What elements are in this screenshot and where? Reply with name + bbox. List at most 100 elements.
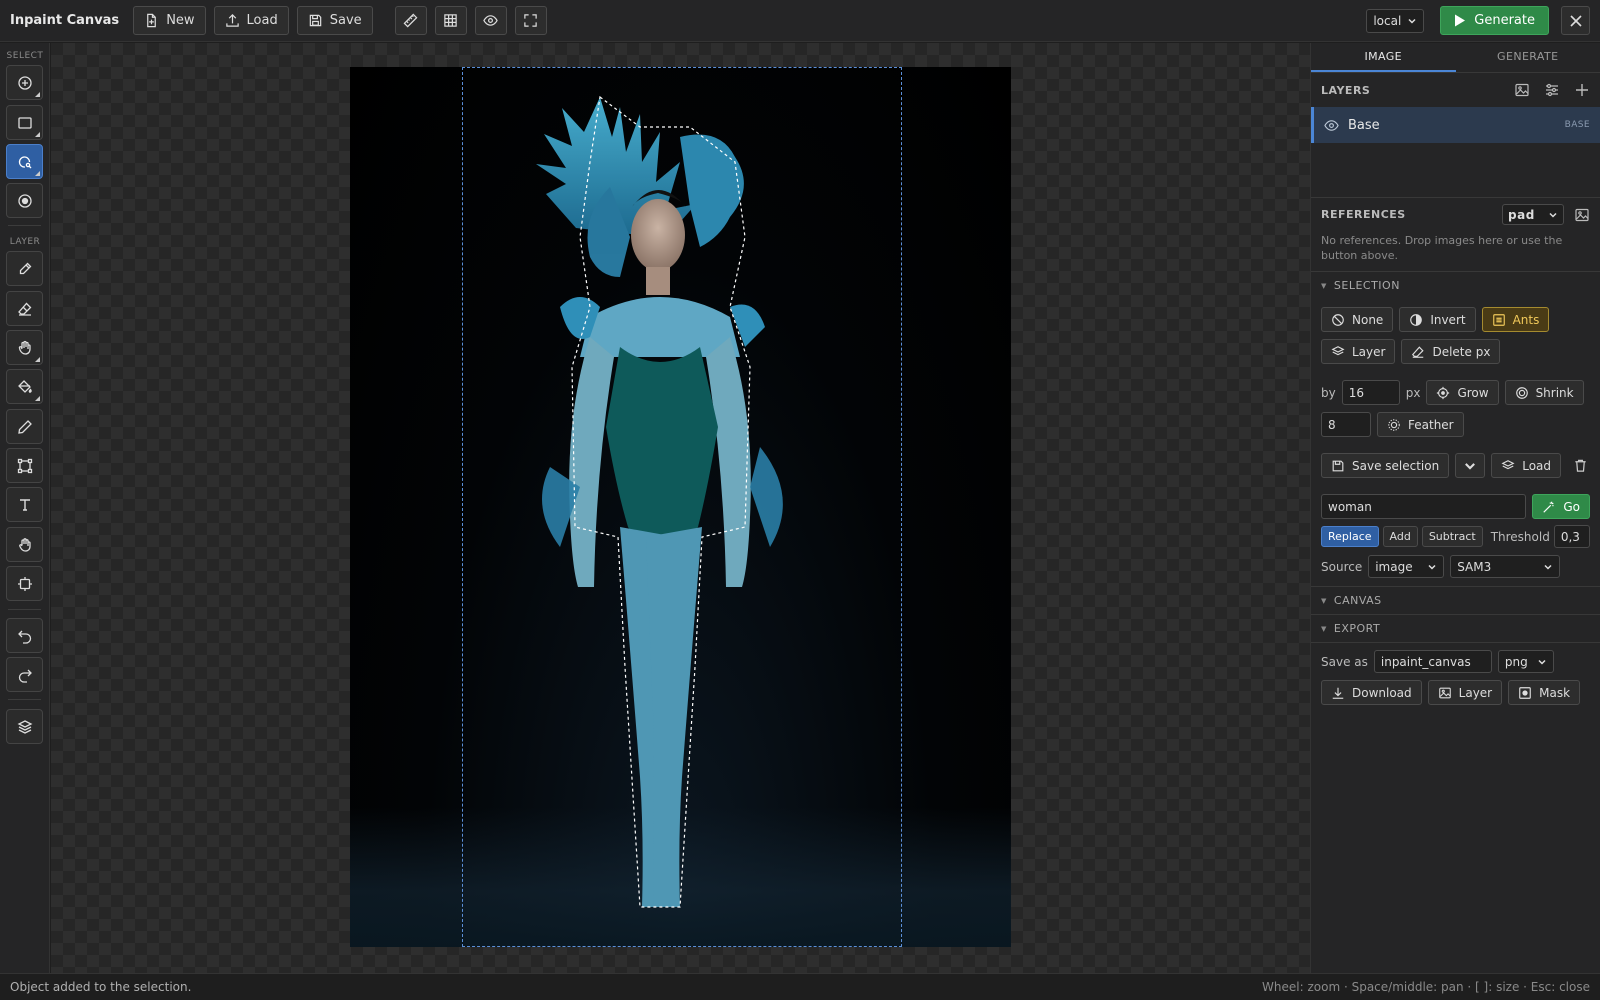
grow-shrink-row: by 16 px Grow Shrink [1311,380,1600,405]
grow-amount-input[interactable]: 16 [1341,380,1400,405]
px-label: px [1405,385,1421,400]
add-image-layer-icon[interactable] [1514,82,1530,98]
segment-go-button[interactable]: Go [1532,494,1590,519]
load-button[interactable]: Load [213,6,289,35]
chevron-down-icon [1408,18,1416,24]
mode-replace-button[interactable]: Replace [1321,526,1379,547]
invert-selection-button[interactable]: Invert [1399,307,1476,332]
layers-heading: LAYERS [1321,83,1371,97]
generate-button[interactable]: Generate [1440,6,1549,35]
layer-name: Base [1348,117,1380,133]
marching-ants-toggle[interactable]: Ants [1481,307,1550,332]
selection-to-layer-button[interactable]: Layer [1321,339,1396,364]
export-actions-row: Download Layer Mask [1311,680,1600,705]
preview-button[interactable] [474,6,507,35]
mode-subtract-button[interactable]: Subtract [1421,526,1483,547]
pencil-icon [17,419,32,434]
canvas-section-toggle[interactable]: ▼ CANVAS [1311,586,1600,614]
selection-section-toggle[interactable]: ▼ SELECTION [1311,271,1600,299]
export-layer-label: Layer [1458,685,1493,700]
add-reference-icon[interactable] [1574,207,1590,223]
threshold-input[interactable]: 0,3 [1553,525,1590,548]
export-section-toggle[interactable]: ▼ EXPORT [1311,614,1600,642]
eye-icon[interactable] [1324,118,1339,133]
export-format-select[interactable]: png [1497,650,1554,673]
tool-rect-select[interactable] [6,105,43,140]
layer-label: Layer [1352,344,1386,359]
ruler-button[interactable] [394,6,427,35]
tool-transform[interactable] [6,566,43,601]
tool-brush[interactable] [6,251,43,286]
tool-move-select[interactable] [6,65,43,100]
model-select[interactable]: SAM3 [1450,555,1561,578]
trash-icon[interactable] [1573,458,1588,473]
tool-smudge[interactable] [6,330,43,365]
segment-prompt-input[interactable]: woman [1321,494,1527,519]
canvas-area[interactable] [51,43,1310,973]
new-file-icon [147,13,157,28]
references-mode-select[interactable]: pad [1502,204,1564,225]
saved-selection-dropdown[interactable] [1455,453,1486,478]
undo-button[interactable] [6,618,43,653]
grid-button[interactable] [434,6,467,35]
threshold-label: Threshold [1490,529,1550,544]
layers-toggle-button[interactable] [6,709,43,744]
grow-button[interactable]: Grow [1426,380,1499,405]
source-select[interactable]: image [1368,555,1445,578]
select-heading: SELECT [6,51,44,61]
close-button[interactable] [1561,6,1590,35]
tool-pan[interactable] [6,527,43,562]
text-icon [19,498,30,511]
crop-icon [17,458,32,473]
by-label: by [1321,385,1336,400]
tool-lasso-select[interactable] [6,144,43,179]
backend-select-value: local [1373,13,1402,28]
segment-mode-row: Replace Add Subtract Threshold 0,3 [1311,525,1600,548]
new-button-label: New [166,13,195,28]
add-layer-icon[interactable] [1574,82,1590,98]
download-button[interactable]: Download [1321,680,1422,705]
grow-label: Grow [1457,385,1489,400]
fullscreen-icon [524,14,537,27]
tool-fill[interactable] [6,369,43,404]
tab-image[interactable]: IMAGE [1311,43,1456,72]
upload-icon [225,14,239,27]
ants-icon [1492,313,1505,326]
load-selection-button[interactable]: Load [1491,453,1562,478]
selection-actions-row-1: None Invert Ants [1311,307,1600,332]
mode-add-button[interactable]: Add [1382,526,1418,547]
save-button[interactable]: Save [296,6,373,35]
layer-heading: LAYER [9,237,41,247]
backend-select[interactable]: local [1366,8,1425,33]
side-panel: IMAGE GENERATE LAYERS Base BASE REFERENC… [1310,43,1600,973]
delete-pixels-button[interactable]: Delete px [1401,339,1501,364]
eye-icon [483,15,498,26]
tool-pencil[interactable] [6,409,43,444]
collapse-arrow-icon: ▼ [1321,596,1327,605]
save-as-row: Save as inpaint_canvas png [1311,650,1600,673]
select-none-label: None [1352,312,1384,327]
export-filename-input[interactable]: inpaint_canvas [1373,650,1492,673]
feather-amount-input[interactable]: 8 [1321,412,1371,437]
shrink-button[interactable]: Shrink [1504,380,1584,405]
layers-icon [1501,459,1515,469]
redo-button[interactable] [6,657,43,692]
export-mask-button[interactable]: Mask [1508,680,1581,705]
tool-eraser[interactable] [6,291,43,326]
tool-text[interactable] [6,487,43,522]
select-none-button[interactable]: None [1321,307,1394,332]
export-layer-button[interactable]: Layer [1427,680,1503,705]
save-selection-button[interactable]: Save selection [1321,453,1450,478]
layer-settings-icon[interactable] [1544,82,1560,98]
export-mask-label: Mask [1539,685,1571,700]
feather-button[interactable]: Feather [1377,412,1464,437]
selection-rectangle[interactable] [462,67,902,947]
status-hints: Wheel: zoom · Space/middle: pan · [ ]: s… [1262,980,1590,994]
layer-item-base[interactable]: Base BASE [1311,107,1600,143]
fullscreen-button[interactable] [514,6,547,35]
tool-crop[interactable] [6,448,43,483]
ban-icon [1332,313,1344,326]
tab-generate[interactable]: GENERATE [1456,43,1600,72]
tool-object-select[interactable] [6,183,43,218]
new-button[interactable]: New [133,6,206,35]
